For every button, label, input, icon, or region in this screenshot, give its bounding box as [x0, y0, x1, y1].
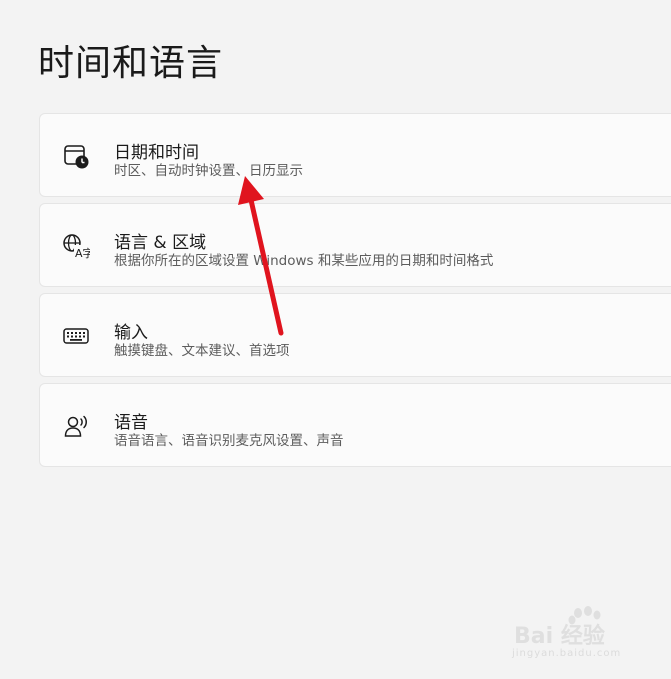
watermark-logo-text: Bai 经验 [514, 624, 605, 649]
svg-text:A字: A字 [75, 246, 90, 260]
settings-item-description: 根据你所在的区域设置 Windows 和某些应用的日期和时间格式 [114, 253, 494, 269]
language-region-icon: A字 [62, 232, 90, 260]
settings-item-date-time[interactable]: 日期和时间 时区、自动时钟设置、日历显示 [39, 113, 671, 197]
speech-icon [62, 412, 90, 440]
settings-item-title: 语言 & 区域 [114, 233, 207, 253]
calendar-clock-icon [62, 142, 90, 170]
settings-item-title: 输入 [114, 323, 148, 343]
settings-item-language-region[interactable]: A字 语言 & 区域 根据你所在的区域设置 Windows 和某些应用的日期和时… [39, 203, 671, 287]
settings-item-description: 语音语言、语音识别麦克风设置、声音 [114, 433, 344, 449]
settings-item-description: 触摸键盘、文本建议、首选项 [114, 343, 290, 359]
settings-item-input[interactable]: 输入 触摸键盘、文本建议、首选项 [39, 293, 671, 377]
settings-item-title: 语音 [114, 413, 148, 433]
baidu-jingyan-watermark: Bai 经验 jingyan.baidu.com [512, 604, 662, 666]
page-title: 时间和语言 [38, 43, 224, 84]
settings-list: 日期和时间 时区、自动时钟设置、日历显示 A字 语言 & 区域 根据你所在的区域… [39, 113, 671, 473]
keyboard-icon [62, 322, 90, 350]
watermark-url: jingyan.baidu.com [512, 648, 622, 659]
settings-item-speech[interactable]: 语音 语音语言、语音识别麦克风设置、声音 [39, 383, 671, 467]
settings-item-description: 时区、自动时钟设置、日历显示 [114, 163, 303, 179]
settings-item-title: 日期和时间 [114, 143, 199, 163]
